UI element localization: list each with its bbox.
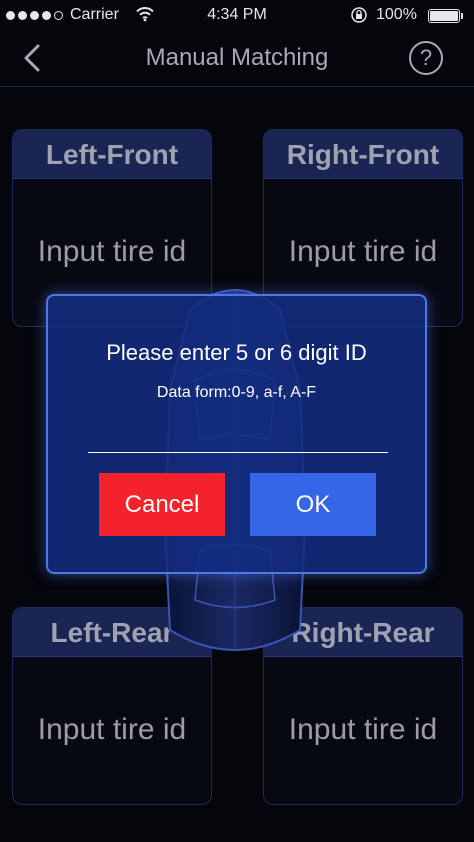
dialog-title: Please enter 5 or 6 digit ID (106, 340, 367, 365)
orientation-lock-icon (350, 6, 368, 29)
battery-percent: 100% (376, 6, 417, 23)
tire-label-right-front: Right-Front (264, 130, 462, 179)
cancel-button[interactable]: Cancel (99, 473, 225, 536)
dialog-subtitle: Data form:0-9, a-f, A-F (156, 384, 317, 401)
id-entry-dialog: Please enter 5 or 6 digit ID Data form:0… (46, 294, 427, 574)
tire-id-input[interactable] (88, 416, 388, 453)
tire-id-right-rear: Input tire id (288, 713, 438, 746)
nav-bar: Manual Matching ? (0, 30, 474, 87)
page-title: Manual Matching (145, 44, 329, 71)
tire-id-right-front: Input tire id (288, 235, 438, 268)
battery-tip (461, 13, 463, 19)
help-button[interactable]: ? (409, 41, 443, 75)
status-bar: Carrier 4:34 PM 100% (0, 0, 474, 30)
tire-id-left-front: Input tire id (37, 235, 187, 268)
tire-id-left-rear: Input tire id (37, 713, 187, 746)
tire-label-left-front: Left-Front (13, 130, 211, 179)
battery-fill (430, 11, 458, 21)
battery-icon (428, 9, 460, 23)
ok-button[interactable]: OK (250, 473, 376, 536)
help-circle-icon: ? (419, 45, 433, 70)
